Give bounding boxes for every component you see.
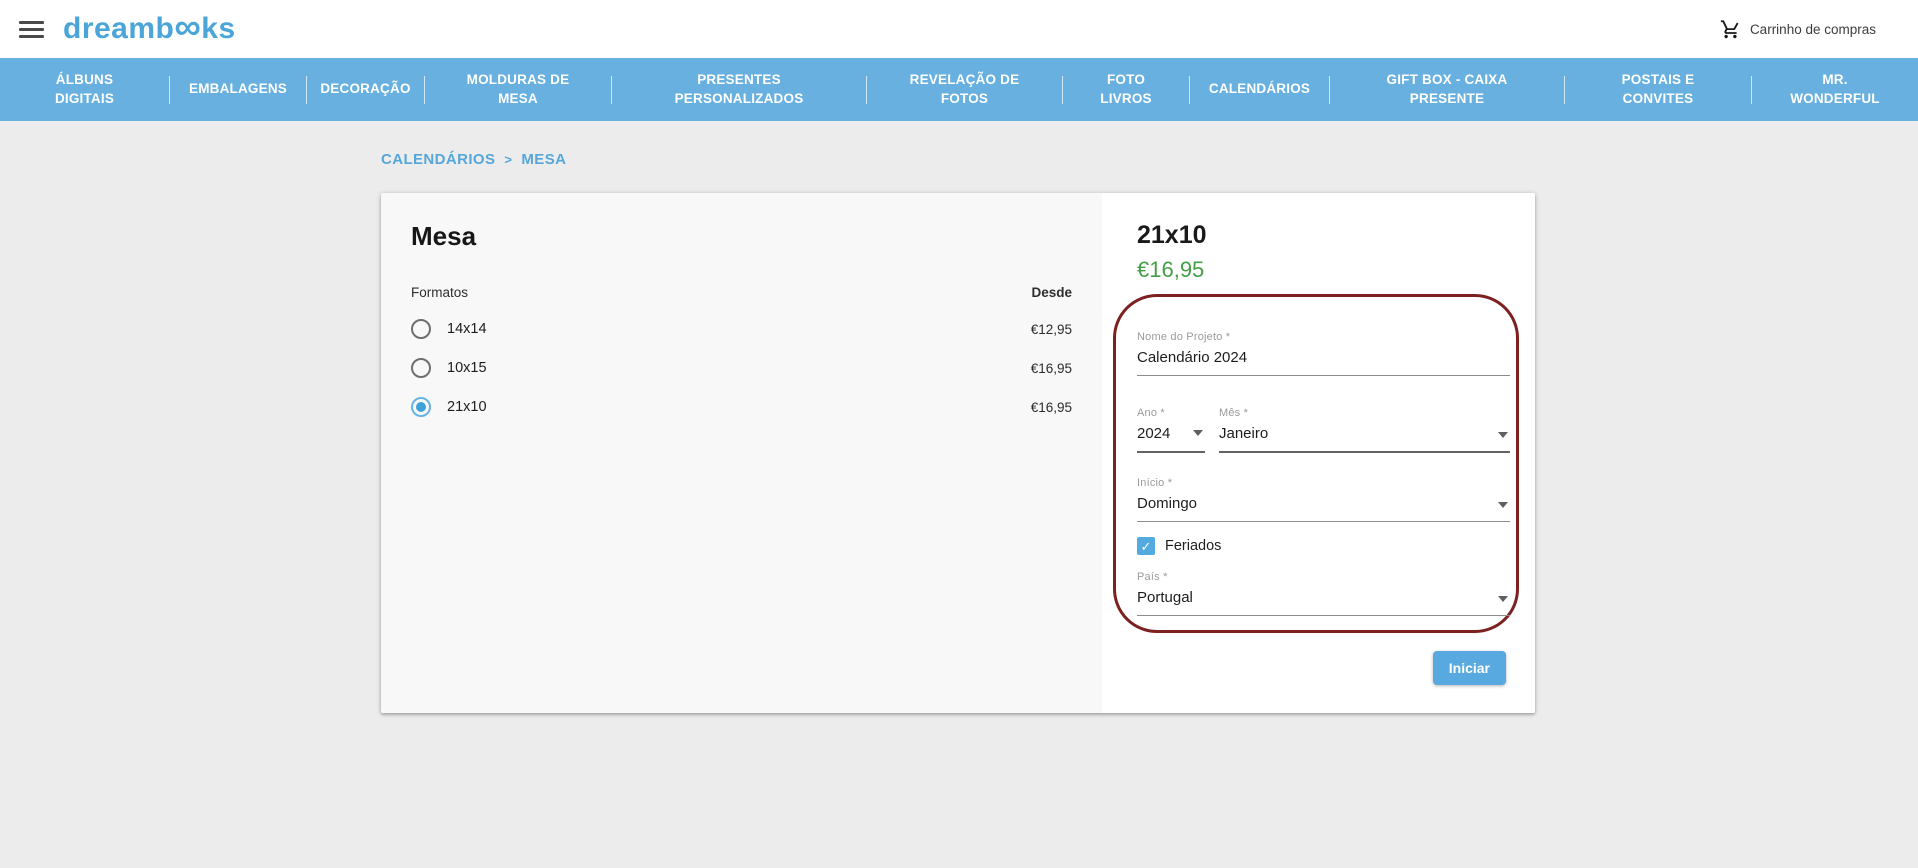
start-button[interactable]: Iniciar [1433,651,1506,685]
breadcrumb: CALENDÁRIOS > MESA [381,151,1918,168]
logo-text-pre: dreamb [63,14,174,44]
project-name-label: Nome do Projeto * [1137,331,1510,343]
format-price: €16,95 [1031,400,1072,415]
logo-text-post: ks [201,14,235,44]
formats-panel: Mesa Formatos Desde 14x14 €12,95 10x15 €… [381,193,1102,713]
checkbox-checked-icon[interactable]: ✓ [1137,537,1155,555]
hamburger-bar [19,35,44,38]
chevron-down-icon [1498,432,1508,438]
nav-item-embalagens[interactable]: EMBALAGENS [170,58,306,121]
nav-item-albuns-digitais[interactable]: ÁLBUNS DIGITAIS [0,58,169,121]
price-column-label: Desde [1031,285,1072,300]
breadcrumb-mesa[interactable]: MESA [521,151,566,168]
radio-unchecked-icon[interactable] [411,358,431,378]
formats-column-label: Formatos [411,285,468,300]
nav-item-mr-wonderful[interactable]: MR. WONDERFUL [1752,58,1918,121]
dreambooks-logo[interactable]: dreamb∞ks [63,14,236,44]
month-select[interactable]: Mês * Janeiro [1219,407,1510,453]
selected-format-title: 21x10 [1137,221,1207,250]
nav-item-revelacao-de-fotos[interactable]: REVELAÇÃO DE FOTOS [867,58,1062,121]
start-day-label: Início * [1137,477,1510,489]
country-value[interactable]: Portugal [1137,589,1510,616]
nav-item-calendarios[interactable]: CALENDÁRIOS [1190,58,1329,121]
format-option-14x14[interactable]: 14x14 €12,95 [411,319,1072,339]
project-name-field[interactable]: Nome do Projeto * Calendário 2024 [1137,331,1510,376]
radio-unchecked-icon[interactable] [411,319,431,339]
chevron-down-icon [1498,596,1508,602]
nav-item-foto-livros[interactable]: FOTO LIVROS [1063,58,1189,121]
country-label: País * [1137,571,1510,583]
format-label: 21x10 [447,399,487,415]
breadcrumb-separator-icon: > [504,152,512,167]
hamburger-bar [19,28,44,31]
format-price: €12,95 [1031,322,1072,337]
start-day-value[interactable]: Domingo [1137,495,1510,522]
product-card: Mesa Formatos Desde 14x14 €12,95 10x15 €… [381,193,1535,713]
nav-item-gift-box[interactable]: GIFT BOX - CAIXA PRESENTE [1330,58,1564,121]
holidays-label: Feriados [1165,538,1221,554]
month-label: Mês * [1219,407,1510,419]
cart-icon [1720,19,1741,40]
config-panel: 21x10 €16,95 Nome do Projeto * Calendári… [1102,193,1535,713]
breadcrumb-calendarios[interactable]: CALENDÁRIOS [381,151,495,168]
selected-format-price: €16,95 [1137,257,1204,283]
chevron-down-icon [1193,430,1203,436]
format-label: 14x14 [447,321,487,337]
header: dreamb∞ks Carrinho de compras [0,0,1918,58]
year-label: Ano * [1137,407,1205,419]
chevron-down-icon [1498,502,1508,508]
nav-item-molduras-de-mesa[interactable]: MOLDURAS DE MESA [425,58,611,121]
nav-item-presentes-personalizados[interactable]: PRESENTES PERSONALIZADOS [612,58,866,121]
month-value[interactable]: Janeiro [1219,425,1510,453]
radio-checked-icon[interactable] [411,397,431,417]
holidays-checkbox-row[interactable]: ✓ Feriados [1137,537,1221,555]
cart-label: Carrinho de compras [1750,22,1876,37]
page-title: Mesa [411,221,1072,252]
cart-button[interactable]: Carrinho de compras [1720,19,1876,40]
category-nav: ÁLBUNS DIGITAIS EMBALAGENS DECORAÇÃO MOL… [0,58,1918,121]
format-label: 10x15 [447,360,487,376]
format-option-10x15[interactable]: 10x15 €16,95 [411,358,1072,378]
hamburger-menu-icon[interactable] [19,17,44,42]
country-select[interactable]: País * Portugal [1137,571,1510,616]
nav-item-postais-e-convites[interactable]: POSTAIS E CONVITES [1565,58,1751,121]
format-option-21x10[interactable]: 21x10 €16,95 [411,397,1072,417]
nav-item-decoracao[interactable]: DECORAÇÃO [307,58,424,121]
project-name-input[interactable]: Calendário 2024 [1137,349,1510,376]
year-month-row: Ano * 2024 Mês * Janeiro [1137,407,1510,453]
start-day-select[interactable]: Início * Domingo [1137,477,1510,522]
formats-header-row: Formatos Desde [411,285,1072,300]
year-select[interactable]: Ano * 2024 [1137,407,1205,453]
format-price: €16,95 [1031,361,1072,376]
hamburger-bar [19,21,44,24]
